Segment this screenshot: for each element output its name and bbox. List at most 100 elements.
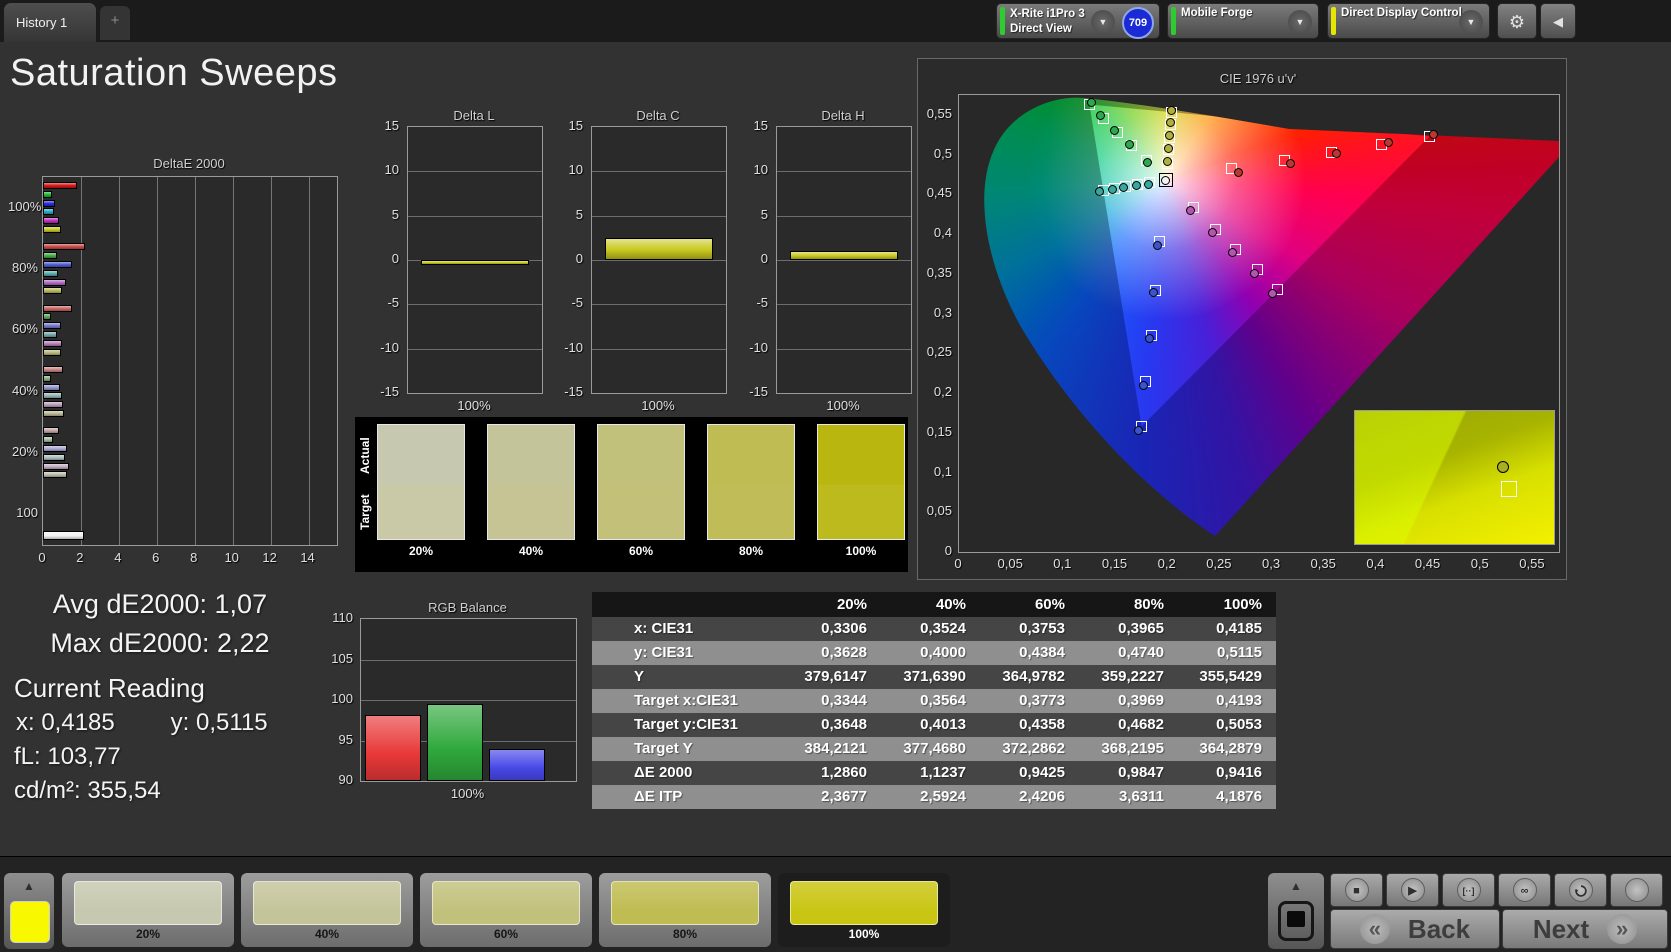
extra-button[interactable] [1610, 873, 1663, 907]
delta_h-ytick: -5 [756, 295, 768, 311]
swatch-level-label: 60% [628, 544, 654, 558]
saturation-tile-20%[interactable]: 20% [62, 873, 234, 947]
measured-point-cyan [1107, 185, 1117, 195]
meter-dropdown[interactable]: X-Rite i1Pro 3 Direct View ▼ 709 [996, 3, 1160, 39]
table-cell: 2,4206 [1019, 788, 1065, 805]
history-tab[interactable]: History 1 [4, 3, 96, 42]
reading-cdm2: cd/m²: 355,54 [14, 777, 161, 804]
play-button[interactable]: ▶ [1386, 873, 1439, 907]
top-bar: History 1 + X-Rite i1Pro 3 Direct View ▼… [0, 0, 1671, 42]
source-label: Mobile Forge [1181, 7, 1253, 19]
swatch-column: 60% [597, 424, 685, 558]
table-header-cell: 60% [1034, 596, 1065, 613]
source-dropdown[interactable]: Mobile Forge ▼ [1167, 3, 1319, 39]
de2000-bar [43, 260, 73, 268]
page-title: Saturation Sweeps [10, 52, 338, 94]
de2000-xtick: 0 [38, 550, 46, 565]
chevron-down-icon[interactable]: ▼ [1459, 10, 1483, 34]
table-cell: 0,3648 [821, 716, 867, 733]
saturation-tile-100%[interactable]: 100% [778, 873, 950, 947]
table-cell: 0,4013 [920, 716, 966, 733]
table-cell: 4,1876 [1216, 788, 1262, 805]
delta-h-chart: Delta H 15 10 5 0 -5 -10 -15 100% [734, 108, 912, 418]
table-cell: 0,4185 [1216, 620, 1262, 637]
de2000-bar [43, 392, 62, 400]
measured-point-cyan [1144, 179, 1154, 189]
up-arrow-icon[interactable]: ▲ [4, 875, 54, 897]
continuous-button[interactable]: ∞ [1498, 873, 1551, 907]
settings-gear-button[interactable]: ⚙ [1497, 3, 1537, 39]
up-arrow-icon[interactable]: ▲ [1268, 875, 1324, 897]
rgb-bar-blue [489, 748, 545, 781]
rgb-bar-green [427, 704, 483, 781]
refresh-button[interactable] [1554, 873, 1607, 907]
continuous-icon: ∞ [1512, 878, 1537, 902]
saturation-tile-swatch [611, 881, 759, 925]
source-status-stripe [1171, 7, 1176, 35]
de2000-title: DeltaE 2000 [153, 156, 225, 171]
cie-ytick: 0,3 [933, 304, 952, 320]
active-patch-swatch[interactable] [10, 901, 50, 943]
next-button[interactable]: Next » [1502, 909, 1668, 949]
chevron-down-icon[interactable]: ▼ [1288, 10, 1312, 34]
de2000-bar [43, 453, 65, 461]
table-cell: 0,3306 [821, 620, 867, 637]
de2000-bar [43, 313, 51, 321]
de2000-bar [43, 278, 66, 286]
measured-point-blue [1148, 288, 1158, 298]
table-cell: 355,5429 [1199, 668, 1262, 685]
back-button[interactable]: « Back [1330, 909, 1500, 949]
rgb-balance-plot [360, 618, 577, 782]
collapse-panel-button[interactable]: ◀ [1540, 3, 1576, 39]
rgb-ytick: 100 [331, 691, 353, 706]
table-cell: 0,4384 [1019, 644, 1065, 661]
saturation-tile-80%[interactable]: 80% [599, 873, 771, 947]
table-cell: 379,6147 [804, 668, 867, 685]
delta_h-ytick: 15 [753, 118, 768, 133]
reading-fl: fL: 103,77 [14, 743, 121, 770]
display-label: Direct Display Control [1341, 7, 1462, 19]
cie-xtick: 0,55 [1519, 556, 1545, 571]
cie-ytick: 0,35 [926, 264, 952, 280]
single-measure-button[interactable]: [··] [1442, 873, 1495, 907]
cie-ytick: 0,1 [933, 463, 952, 479]
delta_h-ytick: 0 [760, 251, 768, 266]
measured-point-magenta [1267, 289, 1277, 299]
saturation-tile-60%[interactable]: 60% [420, 873, 592, 947]
add-tab-button[interactable]: + [100, 6, 130, 40]
table-cell: 0,5053 [1216, 716, 1262, 733]
saturation-tile-40%[interactable]: 40% [241, 873, 413, 947]
de2000-bar [43, 374, 51, 382]
table-cell: 3,6311 [1118, 788, 1164, 805]
delta_c-ytick: 0 [575, 251, 583, 266]
display-control-dropdown[interactable]: Direct Display Control ▼ [1327, 3, 1490, 39]
table-cell: 0,4682 [1118, 716, 1164, 733]
cie-title: CIE 1976 u'v' [1219, 71, 1297, 86]
patch-window-tile[interactable]: ▲ [4, 873, 54, 949]
de2000-xtick: 4 [114, 550, 122, 565]
stop-button[interactable]: ■ [1330, 873, 1383, 907]
de2000-ylabel: 80% [11, 260, 38, 275]
de2000-bar [43, 208, 55, 216]
colorspace-709-badge[interactable]: 709 [1122, 7, 1154, 39]
extra-icon [1624, 878, 1649, 902]
table-header-cell: 80% [1133, 596, 1164, 613]
patch-window-icon[interactable] [1278, 901, 1314, 941]
table-row: Y 379,6147 371,6390 364,9782 359,2227 355,542… [592, 665, 1276, 689]
table-row: ΔE 2000 1,2860 1,1237 0,9425 0,9847 0,9416 [592, 761, 1276, 785]
chevron-double-right-icon: » [1607, 914, 1638, 944]
table-cell: 377,4680 [903, 740, 966, 757]
measured-point-blue [1152, 240, 1162, 250]
delta_l-ytick: 5 [391, 206, 399, 222]
saturation-tile-swatch [432, 881, 580, 925]
de2000-bar [43, 383, 61, 391]
cie-zoom-inset [1354, 410, 1555, 545]
de2000-xtick: 8 [190, 550, 198, 565]
table-row: Target x:CIE31 0,3344 0,3564 0,3773 0,3969 0,… [592, 689, 1276, 713]
patch-display-tile[interactable]: ▲ [1268, 873, 1324, 949]
chevron-down-icon[interactable]: ▼ [1091, 10, 1115, 34]
swatch-column: 100% [817, 424, 905, 558]
delta_h-plot [776, 126, 912, 394]
delta_c-ytick: -10 [564, 339, 583, 355]
swatch-column: 40% [487, 424, 575, 558]
